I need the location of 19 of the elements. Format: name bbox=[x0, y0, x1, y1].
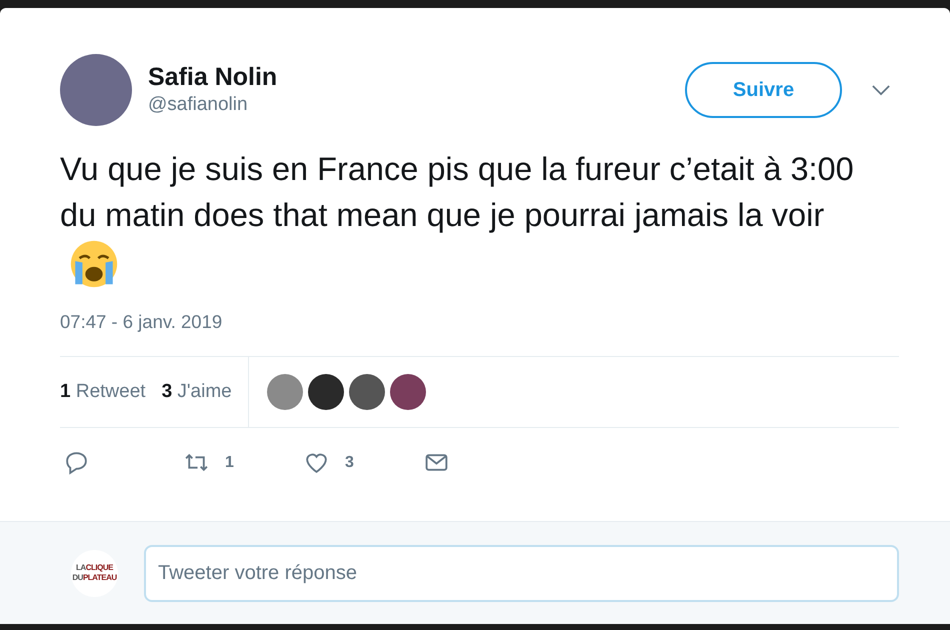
author-name[interactable]: Safia Nolin bbox=[148, 62, 278, 92]
logo-text: DU bbox=[72, 573, 83, 583]
liker-avatar[interactable] bbox=[390, 374, 426, 410]
logo-text: LA bbox=[76, 563, 86, 573]
chevron-down-icon[interactable] bbox=[872, 84, 890, 96]
action-count: 3 bbox=[345, 452, 354, 473]
logo-text: PLATEAU bbox=[82, 573, 117, 583]
action-count: 1 bbox=[225, 452, 234, 473]
reply-field[interactable]: Tweeter votre réponse bbox=[144, 544, 899, 602]
speech-bubble-icon[interactable] bbox=[64, 450, 89, 476]
liker-avatar[interactable] bbox=[308, 374, 344, 410]
stat-link[interactable]: 3 J'aime bbox=[162, 378, 232, 406]
crying-face-icon bbox=[68, 238, 120, 290]
tweet-timestamp[interactable]: 07:47 - 6 janv. 2019 bbox=[60, 308, 890, 336]
logo-text: CLIQUE bbox=[86, 563, 113, 573]
author-handle[interactable]: @safianolin bbox=[148, 92, 278, 118]
tweet-text: Vu que je suis en France pis que la fureur c’etait à 3:00 du matin does that mean que je pourrai jamais la voir bbox=[60, 146, 860, 292]
liker-avatar[interactable] bbox=[348, 374, 385, 410]
stat-link[interactable]: 1 Retweet bbox=[60, 378, 146, 406]
